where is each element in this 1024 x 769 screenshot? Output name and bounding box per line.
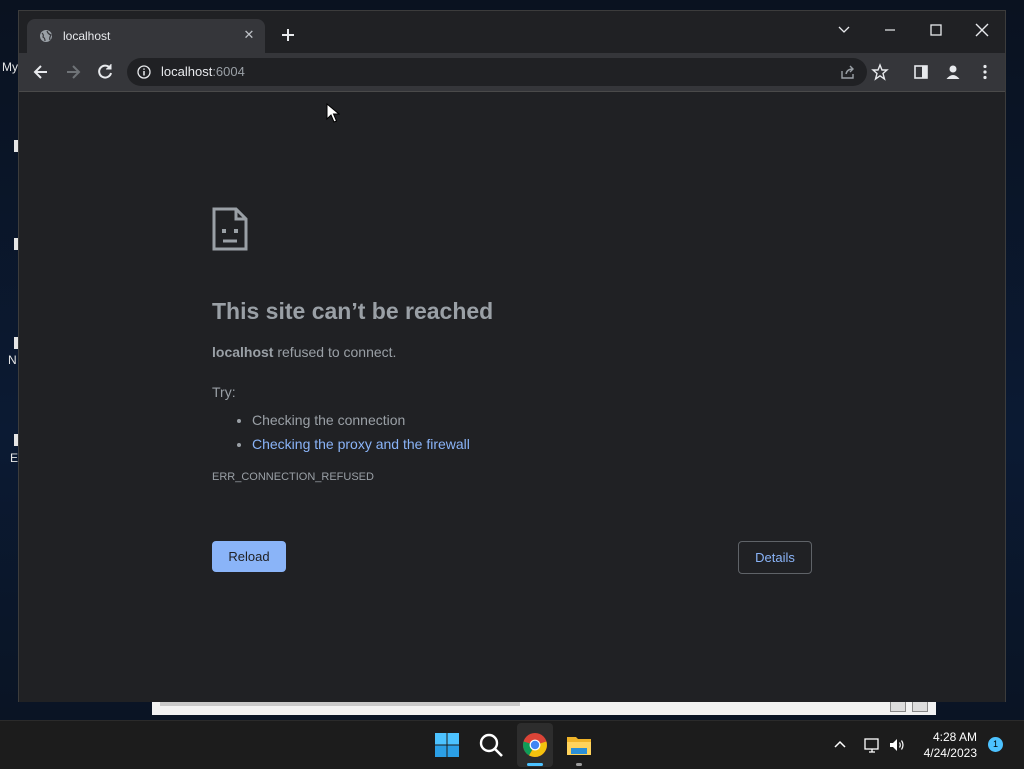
forward-icon[interactable]	[63, 62, 83, 82]
close-icon[interactable]: ✕	[241, 27, 257, 43]
taskbar: 4:28 AM 4/24/2023 1	[0, 720, 1024, 769]
tab-localhost[interactable]: localhost ✕	[27, 19, 265, 53]
tab-strip: localhost ✕	[19, 11, 1005, 53]
explorer-running-indicator	[576, 763, 582, 766]
globe-icon	[40, 30, 52, 42]
browser-window: localhost ✕ localhost:6004 This site can…	[18, 10, 1006, 702]
sad-page-icon	[212, 207, 248, 251]
suggestion-proxy-link[interactable]: Checking the proxy and the firewall	[252, 436, 470, 452]
try-label: Try:	[212, 384, 236, 400]
error-title: This site can’t be reached	[212, 298, 494, 324]
info-icon[interactable]	[137, 65, 151, 79]
reload-icon[interactable]	[95, 62, 115, 82]
suggestion-item: Checking the proxy and the firewall	[252, 432, 470, 456]
clock[interactable]: 4:28 AM 4/24/2023	[924, 729, 977, 761]
sidepanel-icon[interactable]	[912, 63, 930, 81]
volume-icon[interactable]	[888, 736, 906, 754]
error-description: localhost refused to connect.	[212, 344, 396, 360]
mouse-cursor	[326, 103, 340, 123]
back-icon[interactable]	[31, 62, 51, 82]
network-icon[interactable]	[863, 736, 881, 754]
desktop-icon-label[interactable]: N	[8, 353, 17, 367]
chevron-up-icon[interactable]	[831, 736, 849, 754]
plus-icon[interactable]	[278, 25, 298, 45]
error-message: refused to connect.	[273, 344, 397, 360]
details-button[interactable]: Details	[738, 541, 812, 574]
maximize-icon[interactable]	[921, 17, 951, 43]
toolbar: localhost:6004	[19, 53, 1005, 92]
star-icon[interactable]	[871, 63, 889, 81]
file-explorer-icon[interactable]	[565, 731, 593, 759]
error-code: ERR_CONNECTION_REFUSED	[212, 471, 374, 483]
windows-start-icon[interactable]	[433, 731, 461, 759]
clock-time: 4:28 AM	[932, 730, 977, 744]
error-host: localhost	[212, 344, 274, 360]
minimize-icon[interactable]	[875, 17, 905, 43]
suggestion-list: Checking the connection Checking the pro…	[232, 408, 470, 456]
url-text[interactable]: localhost:6004	[161, 64, 245, 79]
desktop-icon-label[interactable]: E	[10, 451, 18, 465]
search-icon[interactable]	[477, 731, 505, 759]
tab-title: localhost	[63, 29, 111, 43]
close-window-icon[interactable]	[967, 17, 997, 43]
more-icon[interactable]	[976, 63, 994, 81]
profile-icon[interactable]	[944, 63, 962, 81]
clock-date: 4/24/2023	[923, 746, 977, 760]
share-icon[interactable]	[839, 63, 857, 81]
chrome-running-indicator	[527, 763, 543, 766]
reload-button[interactable]: Reload	[212, 541, 286, 572]
chevron-down-icon[interactable]	[829, 17, 859, 43]
notification-badge[interactable]: 1	[988, 737, 1003, 752]
desktop-icon-label[interactable]: My	[2, 60, 18, 74]
suggestion-connection: Checking the connection	[252, 412, 406, 428]
page-content: This site can’t be reached localhost ref…	[19, 92, 1005, 702]
suggestion-item: Checking the connection	[252, 408, 470, 432]
address-bar[interactable]: localhost:6004	[127, 58, 867, 86]
chrome-icon[interactable]	[521, 731, 549, 759]
